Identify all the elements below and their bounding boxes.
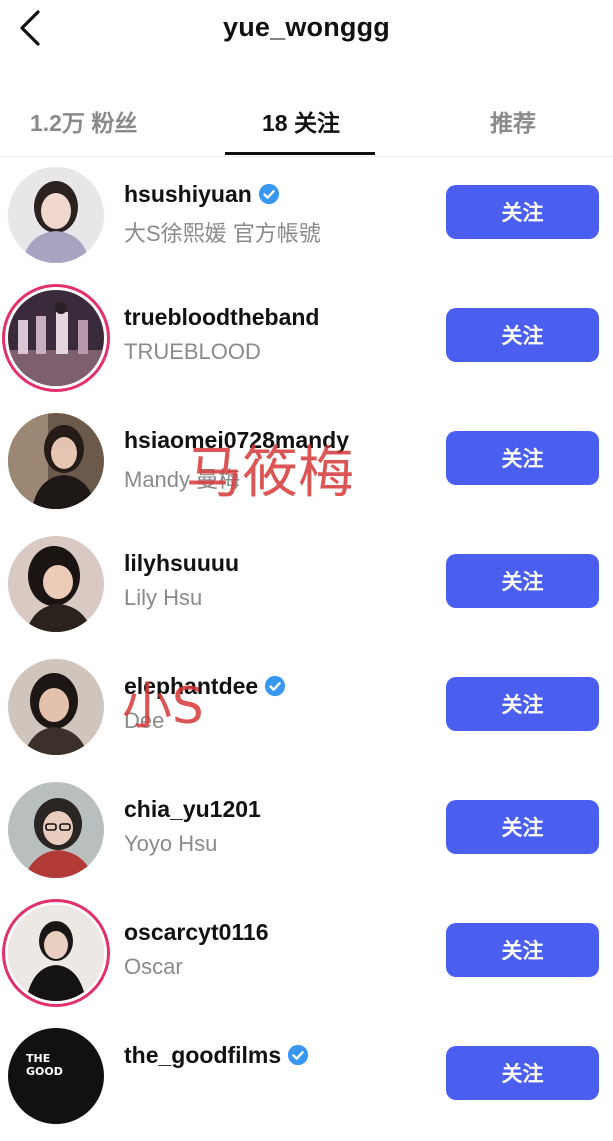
- top-bar: yue_wonggg: [0, 0, 613, 60]
- avatar[interactable]: THE GOOD: [8, 1028, 104, 1124]
- avatar[interactable]: [8, 905, 104, 1001]
- avatar-photo: [8, 290, 104, 386]
- account-username[interactable]: oscarcyt0116: [124, 919, 269, 946]
- list-item[interactable]: oscarcyt0116 Oscar 关注: [0, 895, 613, 1018]
- avatar-photo: [8, 782, 104, 878]
- list-item[interactable]: lilyhsuuuu Lily Hsu 关注: [0, 526, 613, 649]
- profile-username-title: yue_wonggg: [222, 12, 390, 42]
- list-item[interactable]: truebloodtheband TRUEBLOOD 关注: [0, 280, 613, 403]
- tab-following[interactable]: 18 关注: [226, 104, 376, 138]
- avatar[interactable]: [8, 659, 104, 755]
- account-full-name: Yoyo Hsu: [124, 831, 218, 856]
- avatar-photo: [8, 167, 104, 263]
- account-full-name: Oscar: [124, 954, 183, 979]
- following-list: hsushiyuan 大S徐熙媛 官方帳號 关注 truebloodtheban…: [0, 157, 613, 1141]
- avatar[interactable]: [8, 536, 104, 632]
- account-username[interactable]: hsiaomei0728mandy: [124, 427, 349, 454]
- follow-button[interactable]: 关注: [446, 308, 599, 362]
- account-full-name: 大S徐熙媛 官方帳號: [124, 221, 321, 246]
- verified-badge-icon: [258, 183, 279, 205]
- list-item[interactable]: chia_yu1201 Yoyo Hsu 关注: [0, 772, 613, 895]
- avatar-photo: [8, 905, 104, 1001]
- follow-button[interactable]: 关注: [446, 800, 599, 854]
- tab-bar: 1.2万 粉丝 18 关注 推荐: [0, 90, 613, 157]
- verified-badge-icon: [265, 675, 286, 697]
- avatar-photo: [8, 659, 104, 755]
- list-item[interactable]: hsushiyuan 大S徐熙媛 官方帳號 关注: [0, 157, 613, 280]
- the-good-logo: THE GOOD: [26, 1052, 63, 1078]
- follow-button[interactable]: 关注: [446, 923, 599, 977]
- account-full-name: Dee: [124, 708, 165, 733]
- follow-button[interactable]: 关注: [446, 677, 599, 731]
- follow-button[interactable]: 关注: [446, 1046, 599, 1100]
- avatar[interactable]: [8, 782, 104, 878]
- account-username[interactable]: truebloodtheband: [124, 304, 319, 331]
- avatar-photo: [8, 536, 104, 632]
- follow-button[interactable]: 关注: [446, 554, 599, 608]
- account-username[interactable]: elephantdee: [124, 673, 286, 700]
- account-full-name: Mandy 曼梅: [124, 467, 241, 492]
- follow-button[interactable]: 关注: [446, 431, 599, 485]
- verified-badge-icon: [288, 1044, 309, 1066]
- account-full-name: TRUEBLOOD: [124, 339, 261, 364]
- account-username[interactable]: chia_yu1201: [124, 796, 261, 823]
- account-username[interactable]: the_goodfilms: [124, 1042, 309, 1069]
- list-item[interactable]: elephantdee Dee 关注: [0, 649, 613, 772]
- account-full-name: Lily Hsu: [124, 585, 203, 610]
- list-item[interactable]: hsiaomei0728mandy Mandy 曼梅 关注: [0, 403, 613, 526]
- account-username[interactable]: lilyhsuuuu: [124, 550, 239, 577]
- tab-suggested[interactable]: 推荐: [470, 104, 556, 138]
- active-tab-indicator: [225, 152, 375, 155]
- tab-followers[interactable]: 1.2万 粉丝: [30, 104, 160, 138]
- avatar[interactable]: [8, 413, 104, 509]
- account-username[interactable]: hsushiyuan: [124, 181, 280, 208]
- avatar-photo: [8, 413, 104, 509]
- follow-button[interactable]: 关注: [446, 185, 599, 239]
- avatar[interactable]: [8, 167, 104, 263]
- avatar[interactable]: [8, 290, 104, 386]
